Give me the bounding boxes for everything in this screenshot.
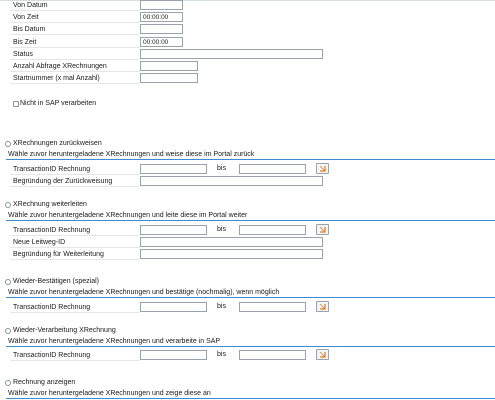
label-begruendung-weiterleitung: Begründung für Weiterleitung — [10, 249, 140, 260]
label-bis: bis — [217, 303, 226, 310]
selection-screen: { "top_fields": [ {"label": "Von Datum",… — [0, 0, 495, 400]
multiple-selection-button[interactable] — [316, 349, 329, 360]
label-transaction-id: TransactionID Rechnung — [10, 225, 140, 236]
input-transaction-id-from[interactable] — [140, 225, 207, 235]
label-transaction-id: TransactionID Rechnung — [10, 164, 140, 175]
input-transaction-id-to[interactable] — [239, 225, 306, 235]
input-transaction-id-from[interactable] — [140, 164, 207, 174]
section-description-rechnung-anzeigen: Wähle zuvor heruntergeladene XRechnungen… — [8, 390, 211, 397]
radio-wieder-verarbeitung[interactable] — [5, 328, 11, 334]
label-transaction-id: TransactionID Rechnung — [10, 302, 140, 313]
label-bis: bis — [217, 165, 226, 172]
label-begruendung-zurueckweisung: Begründung der Zurückweisung — [10, 176, 140, 187]
input-bis-zeit[interactable] — [140, 37, 183, 47]
input-transaction-id-from[interactable] — [140, 302, 207, 312]
arrow-right-icon — [319, 351, 326, 358]
label-transaction-id: TransactionID Rechnung — [10, 350, 140, 361]
radio-zurueckweisen-label: XRechnungen zurückweisen — [13, 140, 102, 147]
label-bis: bis — [217, 351, 226, 358]
checkbox-nicht-in-sap-label: Nicht in SAP verarbeiten — [20, 100, 97, 107]
input-transaction-id-to[interactable] — [239, 164, 306, 174]
radio-weiterleiten-label: XRechnung weiterleiten — [13, 201, 87, 208]
radio-weiterleiten[interactable] — [5, 202, 11, 208]
input-begruendung-weiterleitung[interactable] — [140, 249, 323, 259]
section-divider — [6, 398, 495, 399]
multiple-selection-button[interactable] — [316, 163, 329, 174]
label-von-zeit: Von Zeit — [10, 12, 140, 23]
input-status[interactable] — [140, 49, 323, 59]
multiple-selection-button[interactable] — [316, 301, 329, 312]
section-divider — [6, 297, 495, 298]
label-anzahl-abfrage: Anzahl Abfrage XRechnungen — [10, 61, 140, 72]
input-neue-leitweg-id[interactable] — [140, 237, 323, 247]
section-divider — [6, 159, 495, 160]
arrow-right-icon — [319, 303, 326, 310]
input-startnummer[interactable] — [140, 73, 198, 83]
arrow-right-icon — [319, 165, 326, 172]
radio-rechnung-anzeigen[interactable] — [5, 380, 11, 386]
input-transaction-id-from[interactable] — [140, 350, 207, 360]
label-bis-zeit: Bis Zeit — [10, 37, 140, 48]
label-von-datum: Von Datum — [10, 0, 140, 11]
input-begruendung-zurueckweisung[interactable] — [140, 176, 323, 186]
input-von-zeit[interactable] — [140, 12, 183, 22]
radio-wieder-bestaetigen[interactable] — [5, 279, 11, 285]
section-divider — [6, 346, 495, 347]
input-bis-datum[interactable] — [140, 24, 183, 34]
radio-zurueckweisen[interactable] — [5, 141, 11, 147]
label-status: Status — [10, 49, 140, 60]
input-transaction-id-to[interactable] — [239, 350, 306, 360]
section-description-wieder-bestaetigen: Wähle zuvor heruntergeladene XRechnungen… — [8, 289, 280, 296]
input-anzahl-abfrage[interactable] — [140, 61, 198, 71]
label-bis-datum: Bis Datum — [10, 24, 140, 35]
multiple-selection-button[interactable] — [316, 224, 329, 235]
checkbox-nicht-in-sap[interactable] — [13, 101, 19, 107]
radio-rechnung-anzeigen-label: Rechnung anzeigen — [13, 379, 76, 386]
section-description-zurueckweisen: Wähle zuvor heruntergeladene XRechnungen… — [8, 151, 255, 158]
radio-wieder-bestaetigen-label: Wieder-Bestätigen (spezial) — [13, 278, 99, 285]
radio-wieder-verarbeitung-label: Wieder-Verarbeitung XRechnung — [13, 327, 116, 334]
label-neue-leitweg-id: Neue Leitweg-ID — [10, 237, 140, 248]
section-divider — [6, 220, 495, 221]
arrow-right-icon — [319, 226, 326, 233]
section-description-weiterleiten: Wähle zuvor heruntergeladene XRechnungen… — [8, 212, 248, 219]
label-bis: bis — [217, 226, 226, 233]
label-startnummer: Startnummer (x mal Anzahl) — [10, 73, 140, 84]
section-description-wieder-verarbeitung: Wähle zuvor heruntergeladene XRechnungen… — [8, 338, 221, 345]
input-von-datum[interactable] — [140, 0, 183, 10]
input-transaction-id-to[interactable] — [239, 302, 306, 312]
